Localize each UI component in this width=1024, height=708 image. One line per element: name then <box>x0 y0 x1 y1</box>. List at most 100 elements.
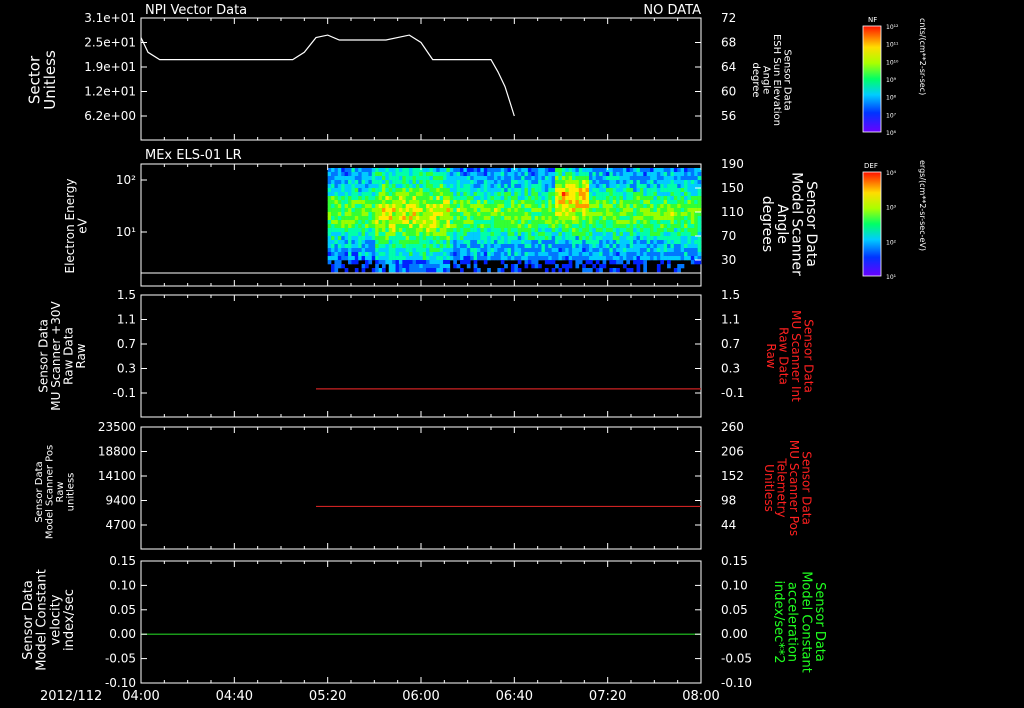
heatmap-cell <box>477 256 481 261</box>
heatmap-cell <box>521 184 525 189</box>
heatmap-cell <box>636 244 641 249</box>
heatmap-cell <box>684 232 688 237</box>
heatmap-cell <box>572 188 576 193</box>
heatmap-cell <box>439 172 444 177</box>
heatmap-cell <box>402 180 407 185</box>
heatmap-cell <box>449 228 454 233</box>
heatmap-cell <box>432 172 437 177</box>
heatmap-cell <box>371 220 376 225</box>
heatmap-cell <box>337 212 342 217</box>
heatmap-cell <box>517 212 522 217</box>
heatmap-cell <box>453 252 457 257</box>
heatmap-cell <box>589 268 593 273</box>
heatmap-cell <box>650 188 654 193</box>
heatmap-cell <box>589 192 593 197</box>
heatmap-cell <box>616 236 620 241</box>
heatmap-cell <box>548 248 552 253</box>
heatmap-cell <box>493 188 498 193</box>
heatmap-cell <box>351 192 356 197</box>
heatmap-cell <box>412 188 417 193</box>
heatmap-cell <box>568 184 573 189</box>
heatmap-cell <box>612 204 617 209</box>
heatmap-cell <box>680 180 685 185</box>
heatmap-cell <box>534 216 539 221</box>
heatmap-cell <box>514 168 519 173</box>
heatmap-cell <box>480 232 485 237</box>
heatmap-cell <box>633 196 637 201</box>
heatmap-cell <box>388 196 393 201</box>
heatmap-cell <box>538 200 542 205</box>
heatmap-cell <box>643 260 647 265</box>
heatmap-cell <box>673 208 678 213</box>
heatmap-cell <box>524 260 529 265</box>
heatmap-cell <box>493 172 498 177</box>
heatmap-cell <box>429 192 434 197</box>
heatmap-cell <box>517 172 522 177</box>
heatmap-cell <box>405 200 410 205</box>
heatmap-cell <box>619 252 624 257</box>
heatmap-cell <box>510 180 515 185</box>
heatmap-cell <box>378 248 383 253</box>
heatmap-cell <box>358 216 362 221</box>
heatmap-cell <box>365 208 369 213</box>
heatmap-cell <box>392 208 396 213</box>
heatmap-cell <box>327 192 332 197</box>
heatmap-cell <box>439 228 444 233</box>
heatmap-cell <box>381 224 386 229</box>
heatmap-cell <box>680 264 685 269</box>
heatmap-cell <box>368 168 373 173</box>
heatmap-cell <box>605 180 610 185</box>
heatmap-cell <box>582 172 586 177</box>
heatmap-cell <box>697 204 702 209</box>
heatmap-cell <box>351 252 356 257</box>
heatmap-cell <box>453 208 457 213</box>
time-tick-label: 08:00 <box>682 689 719 704</box>
heatmap-cell <box>629 252 634 257</box>
heatmap-cell <box>361 192 366 197</box>
heatmap-cell <box>629 220 634 225</box>
y-tick-label-right: 206 <box>721 445 744 459</box>
heatmap-cell <box>419 188 423 193</box>
heatmap-cell <box>616 228 620 233</box>
heatmap-cell <box>673 256 678 261</box>
heatmap-cell <box>351 240 356 245</box>
heatmap-cell <box>341 212 345 217</box>
heatmap-cell <box>605 248 610 253</box>
y-tick-label-right: 70 <box>721 229 736 243</box>
heatmap-cell <box>565 188 569 193</box>
heatmap-cell <box>432 228 437 233</box>
axis-title-line: index/sec <box>62 589 77 651</box>
heatmap-cell <box>531 224 535 229</box>
heatmap-cell <box>521 180 525 185</box>
heatmap-cell <box>517 252 522 257</box>
heatmap-cell <box>585 200 590 205</box>
heatmap-cell <box>636 168 641 173</box>
time-tick-label: 06:00 <box>402 689 439 704</box>
heatmap-cell <box>510 208 515 213</box>
heatmap-cell <box>365 240 369 245</box>
heatmap-cell <box>409 236 413 241</box>
heatmap-cell <box>463 232 468 237</box>
heatmap-cell <box>694 248 698 253</box>
heatmap-cell <box>619 216 624 221</box>
heatmap-cell <box>466 252 471 257</box>
heatmap-cell <box>653 248 658 253</box>
heatmap-cell <box>493 196 498 201</box>
heatmap-cell <box>673 232 678 237</box>
heatmap-cell <box>348 260 352 265</box>
heatmap-cell <box>605 212 610 217</box>
heatmap-cell <box>344 228 349 233</box>
heatmap-cell <box>650 176 654 181</box>
heatmap-cell <box>629 188 634 193</box>
heatmap-cell <box>358 248 362 253</box>
heatmap-cell <box>609 220 614 225</box>
heatmap-cell <box>341 220 345 225</box>
axis-title-line: Raw <box>74 343 88 368</box>
heatmap-cell <box>565 204 569 209</box>
heatmap-cell <box>602 220 607 225</box>
heatmap-cell <box>422 204 427 209</box>
heatmap-cell <box>412 244 417 249</box>
heatmap-cell <box>473 232 478 237</box>
heatmap-cell <box>629 240 634 245</box>
heatmap-cell <box>690 236 695 241</box>
